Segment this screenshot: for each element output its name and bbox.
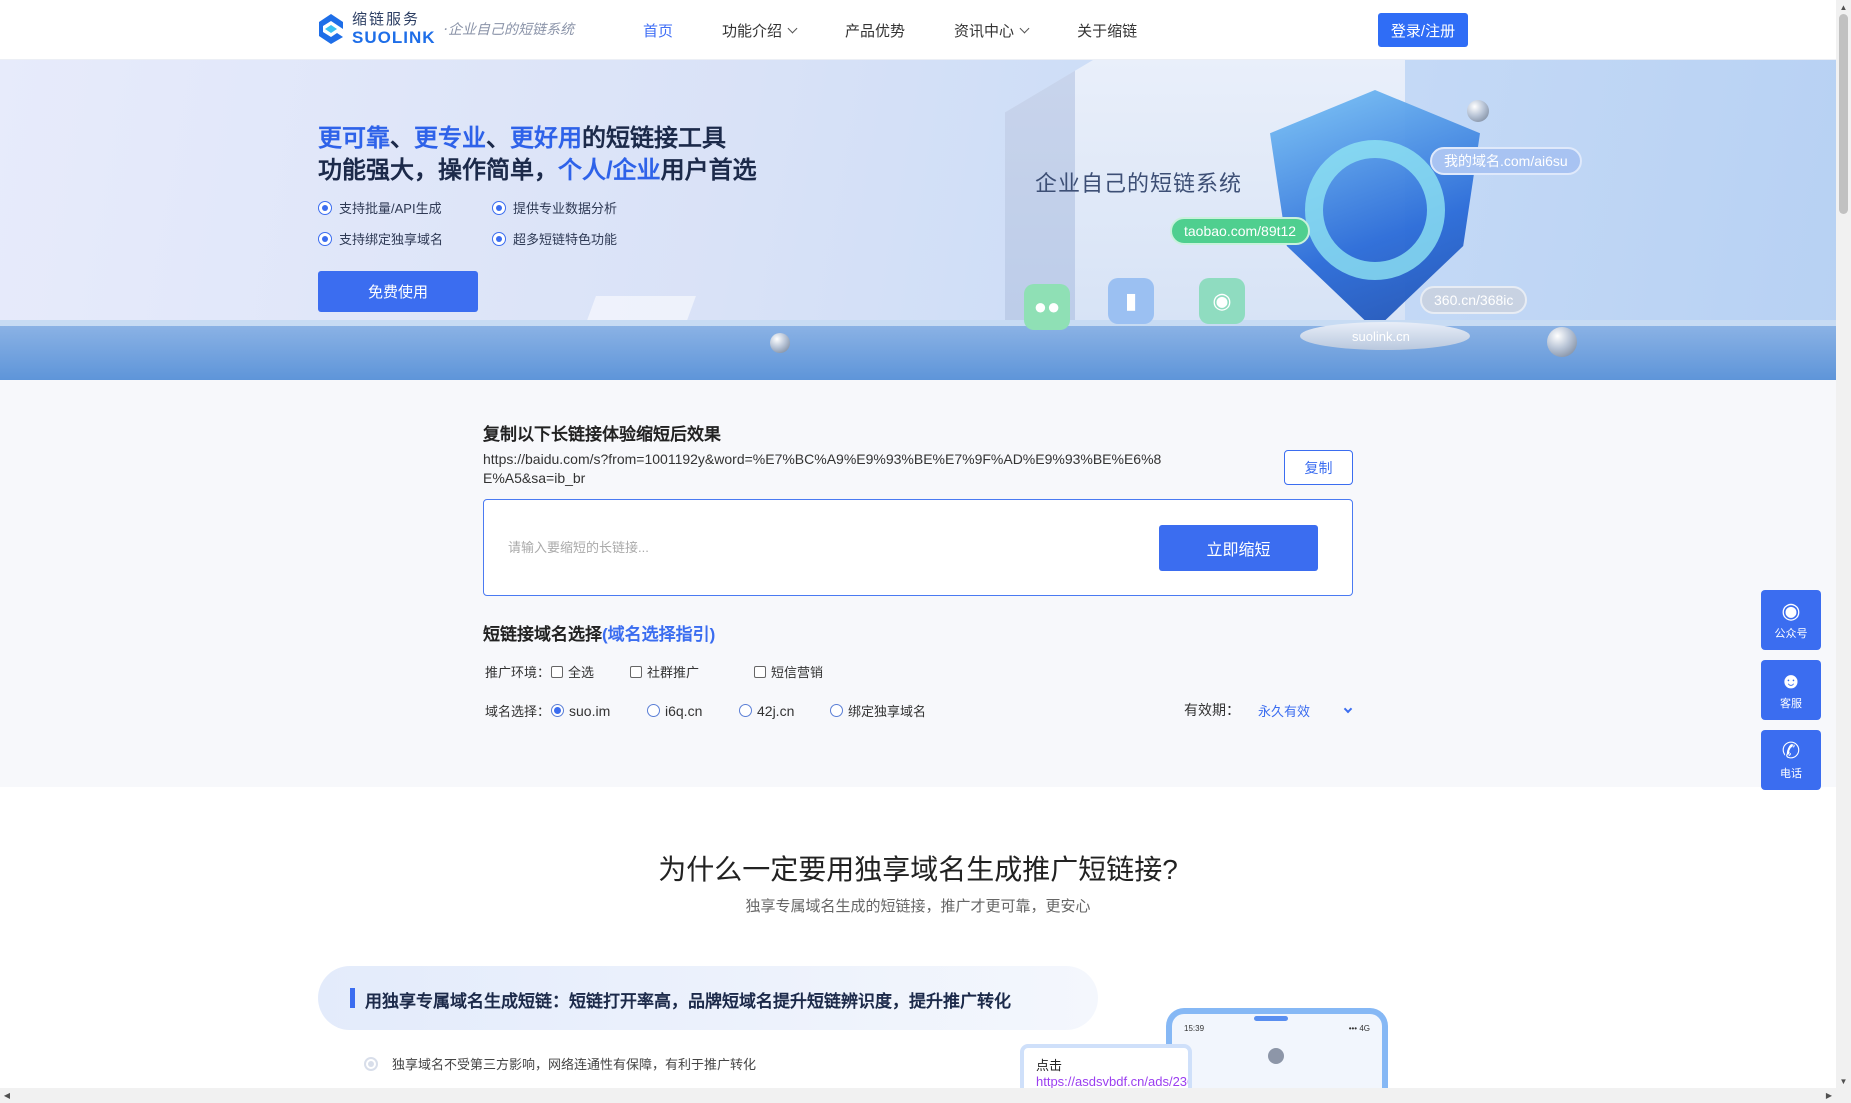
- domain-choice-row: 域名选择： suo.im i6q.cn 42j.cn 绑定独享域名: [485, 701, 926, 720]
- chevron-down-icon: [1019, 23, 1030, 33]
- radio-button[interactable]: [647, 704, 660, 717]
- customer-service-button[interactable]: ☻ 客服: [1761, 660, 1821, 720]
- url-input-box: 立即缩短: [483, 499, 1353, 596]
- nav-advantages[interactable]: 产品优势: [845, 20, 905, 41]
- sample-link-mydomain: 我的域名.com/ai6su: [1430, 147, 1582, 175]
- promo-env-row: 推广环境： 全选 社群推广 短信营销: [485, 662, 823, 681]
- bullet-icon: [364, 1056, 378, 1071]
- copy-button[interactable]: 复制: [1284, 450, 1353, 485]
- avatar: [1268, 1048, 1284, 1064]
- free-use-button[interactable]: 免费使用: [318, 271, 478, 312]
- accent-bar: [350, 988, 355, 1008]
- radio-dot-icon: [492, 231, 506, 246]
- feature-item: 提供专业数据分析: [492, 198, 648, 217]
- chevron-down-icon: [1343, 704, 1353, 713]
- nav-news[interactable]: 资讯中心: [954, 20, 1030, 41]
- scrollbar-thumb[interactable]: [1839, 14, 1848, 214]
- sphere-decoration: [1467, 100, 1489, 122]
- promo-env-label: 推广环境：: [485, 665, 551, 680]
- phone-button[interactable]: ✆ 电话: [1761, 730, 1821, 790]
- hero-title-line1: 更可靠、更专业、更好用的短链接工具: [318, 125, 726, 152]
- sample-link-360: 360.cn/368ic: [1420, 286, 1528, 314]
- hero-banner: 企业自己的短链系统 suolink.cn taobao.com/89t12 我的…: [0, 60, 1836, 380]
- env-select-all[interactable]: 全选: [551, 662, 630, 681]
- validity-select[interactable]: 有效期： 永久有效: [1184, 700, 1353, 720]
- domain-choice-label: 域名选择：: [485, 704, 551, 719]
- feature-item: 超多短链特色功能: [492, 229, 648, 248]
- radio-button[interactable]: [739, 704, 752, 717]
- radio-dot-icon: [492, 200, 506, 215]
- domain-i6q-cn[interactable]: i6q.cn: [647, 703, 739, 719]
- phone-notch: [1254, 1016, 1288, 1021]
- shortener-section: 复制以下长链接体验缩短后效果 https://baidu.com/s?from=…: [0, 380, 1836, 787]
- why-subtitle: 独享专属域名生成的短链接，推广才更可靠，更安心: [745, 898, 1091, 915]
- domain-suo-im[interactable]: suo.im: [551, 703, 647, 719]
- checkbox[interactable]: [551, 665, 563, 678]
- why-banner: 用独享专属域名生成短链：短链打开率高，品牌短域名提升短链辨识度，提升推广转化: [318, 966, 1098, 1030]
- sms-link[interactable]: https://asdsvbdf.cn/ads/23658_2000000005: [1036, 1074, 1188, 1089]
- logo-slogan: ·企业自己的短链系统: [443, 22, 574, 38]
- radio-button[interactable]: [830, 704, 843, 717]
- service-icon: ☻: [1779, 668, 1803, 693]
- site-header: 缩链服务 SUOLINK ·企业自己的短链系统 首页 功能介绍 产品优势 资讯中…: [0, 0, 1836, 60]
- link-ring-illustration: [1305, 140, 1445, 280]
- env-community[interactable]: 社群推广: [630, 662, 754, 681]
- validity-label: 有效期：: [1184, 702, 1240, 718]
- chat-bubble-icon: ●●: [1024, 284, 1070, 330]
- shortener-title: 复制以下长链接体验缩短后效果: [483, 425, 721, 444]
- checkbox[interactable]: [754, 665, 766, 678]
- nav-about[interactable]: 关于缩链: [1077, 20, 1137, 41]
- sample-link-taobao: taobao.com/89t12: [1170, 217, 1311, 245]
- sample-long-url: https://baidu.com/s?from=1001192y&word=%…: [483, 451, 1162, 486]
- checkbox[interactable]: [630, 665, 642, 678]
- logo[interactable]: 缩链服务 SUOLINK ·企业自己的短链系统: [316, 12, 574, 46]
- logo-en: SUOLINK: [352, 28, 436, 47]
- main-nav: 首页 功能介绍 产品优势 资讯中心 关于缩链: [643, 0, 1186, 60]
- nav-features[interactable]: 功能介绍: [722, 20, 798, 41]
- radio-dot-icon: [318, 200, 332, 215]
- sphere-decoration: [1547, 327, 1577, 357]
- why-bullet: 独享域名不受第三方影响，网络连通性有保障，有利于推广转化: [364, 1054, 756, 1073]
- scene-text: 企业自己的短链系统: [1035, 172, 1243, 197]
- domain-select-title: 短链接域名选择(域名选择指引): [483, 625, 716, 644]
- chevron-down-icon: [787, 23, 798, 33]
- hero-title-line2: 功能强大，操作简单，个人/企业用户首选: [318, 157, 757, 184]
- feature-item: 支持批量/API生成: [318, 198, 492, 217]
- domain-42j-cn[interactable]: 42j.cn: [739, 703, 830, 719]
- why-title: 为什么一定要用独享域名生成推广短链接?: [658, 854, 1178, 885]
- phone-time: 15:39: [1184, 1024, 1205, 1033]
- phone-signal: ••• 4G: [1348, 1024, 1370, 1033]
- logo-cn: 缩链服务: [352, 11, 421, 28]
- phone-icon: ✆: [1781, 738, 1801, 763]
- why-banner-text: 用独享专属域名生成短链：短链打开率高，品牌短域名提升短链辨识度，提升推广转化: [365, 992, 1011, 1011]
- pedestal-label: suolink.cn: [1352, 328, 1410, 344]
- logo-icon: [319, 14, 343, 44]
- scroll-up-icon[interactable]: ▲: [1836, 0, 1851, 14]
- login-register-button[interactable]: 登录/注册: [1378, 13, 1468, 47]
- feature-item: 支持绑定独享域名: [318, 229, 492, 248]
- scroll-right-icon[interactable]: ▶: [1822, 1088, 1836, 1103]
- domain-guide-link[interactable]: (域名选择指引): [602, 625, 715, 644]
- long-url-input[interactable]: [508, 530, 1108, 564]
- radio-dot-icon: [318, 231, 332, 246]
- nav-home[interactable]: 首页: [643, 20, 673, 41]
- domain-bind-exclusive[interactable]: 绑定独享域名: [830, 701, 926, 720]
- vertical-scrollbar[interactable]: ▲ ▼: [1836, 0, 1851, 1103]
- radio-button[interactable]: [551, 704, 564, 717]
- sphere-decoration: [770, 333, 790, 353]
- horizontal-scrollbar[interactable]: ◀ ▶: [0, 1088, 1836, 1103]
- bar-chart-icon: ▮: [1108, 278, 1154, 324]
- scroll-left-icon[interactable]: ◀: [0, 1088, 14, 1103]
- wechat-official-button[interactable]: ◉ 公众号: [1761, 590, 1821, 650]
- env-sms[interactable]: 短信营销: [754, 662, 823, 681]
- scroll-down-icon[interactable]: ▼: [1836, 1074, 1851, 1088]
- shorten-now-button[interactable]: 立即缩短: [1159, 525, 1318, 571]
- wechat-icon: ◉: [1781, 598, 1801, 623]
- wechat-icon: ◉: [1199, 278, 1245, 324]
- validity-value: 永久有效: [1258, 703, 1311, 719]
- feature-list: 支持批量/API生成 提供专业数据分析 支持绑定独享域名 超多短链特色功能: [318, 198, 648, 248]
